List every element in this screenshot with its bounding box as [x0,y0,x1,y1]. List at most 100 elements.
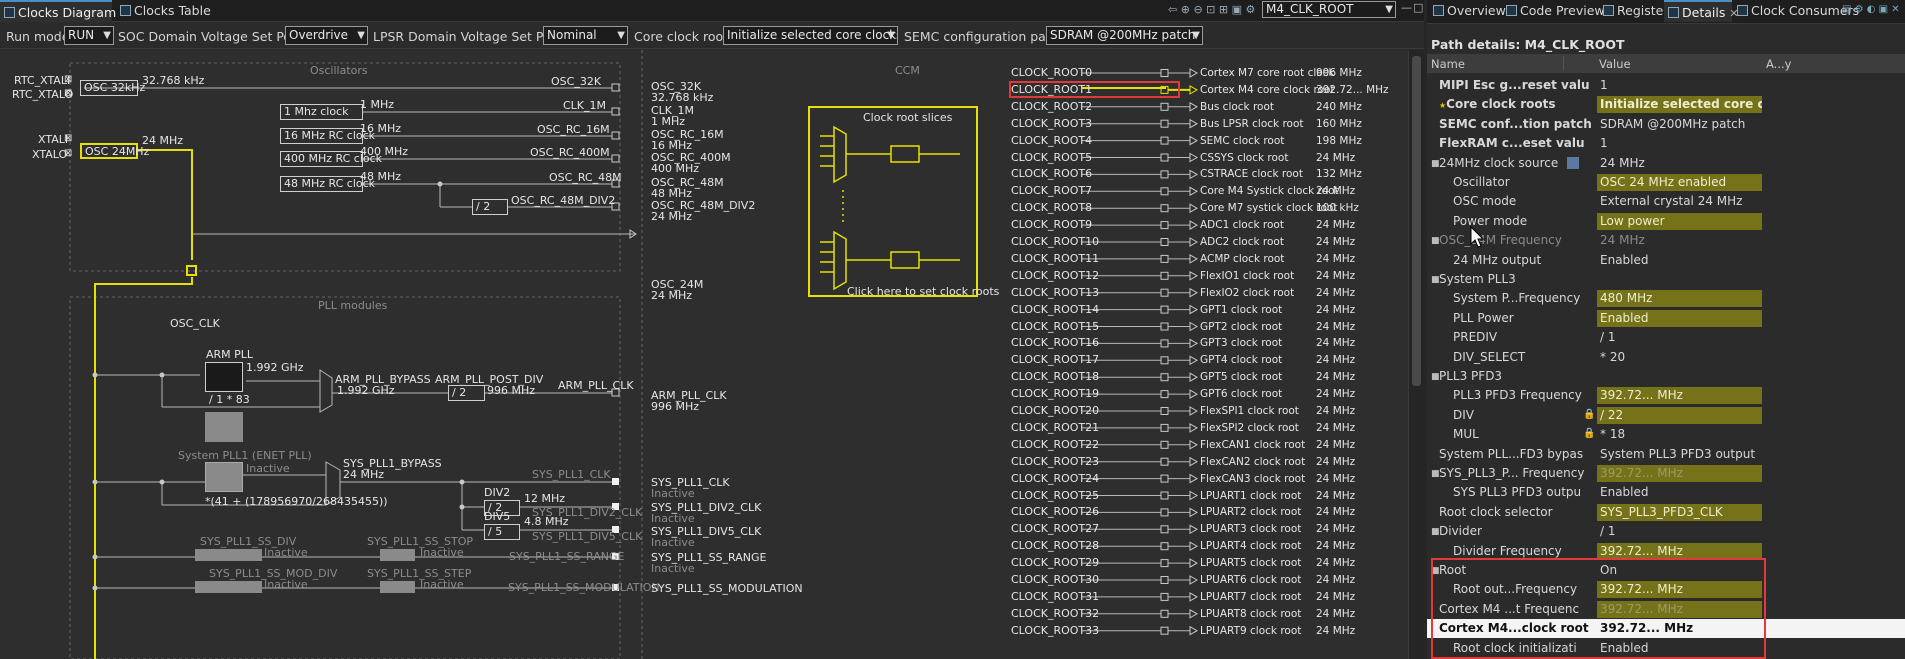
details-row[interactable]: PLL Power Enabled [1427,309,1905,328]
clock-root-label[interactable]: FlexSPI2 clock root [1200,422,1299,434]
clock-root-label[interactable]: LPUART4 clock root [1200,541,1301,552]
clock-root-name[interactable]: CLOCK_ROOT9 [1011,219,1092,231]
col-a[interactable]: A...y [1766,57,1791,71]
clock-root-label[interactable]: Cortex M7 core root clock [1200,68,1335,79]
clock-root-label[interactable]: GPT3 clock root [1200,338,1282,349]
row-value[interactable]: 480 MHz [1597,290,1762,308]
clock-root-name[interactable]: CLOCK_ROOT25 [1011,489,1099,502]
clock-root-name[interactable]: CLOCK_ROOT21 [1011,421,1099,434]
clock-root-name[interactable]: CLOCK_ROOT31 [1011,590,1099,603]
clock-root-name[interactable]: CLOCK_ROOT8 [1011,202,1092,214]
48mhz-rc-block[interactable]: 48 MHz RC clock [280,176,375,192]
clock-root-label[interactable]: SEMC clock root [1200,135,1284,147]
lock-icon[interactable]: 🔒 [1583,409,1595,420]
row-value[interactable]: 24 MHz [1597,232,1762,249]
checkbox-icon[interactable] [1567,156,1579,169]
details-row[interactable]: ■ SYS_PLL3_P... Frequency 392.72... MHz [1427,464,1905,483]
settings-icon[interactable]: ⚙ [1246,3,1256,16]
clock-root-label[interactable]: CSSYS clock root [1200,152,1288,164]
clock-root-label[interactable]: FlexCAN3 clock root [1200,473,1305,485]
clock-root-name[interactable]: CLOCK_ROOT10 [1011,236,1099,248]
details-row[interactable]: FlexRAM c...eset valu 1 [1427,134,1905,153]
zoom-fit-icon[interactable]: ⊡ [1206,3,1215,16]
clock-root-name[interactable]: CLOCK_ROOT7 [1011,185,1092,197]
osc-24mhz-block[interactable]: OSC 24MHz [80,143,149,159]
row-value[interactable]: Enabled [1597,309,1762,327]
col-name[interactable]: Name [1431,57,1465,71]
checkbox-icon[interactable]: ⊠ [64,133,72,145]
row-value[interactable]: 392.72... MHz [1597,465,1762,482]
details-row[interactable]: Power mode Low power [1427,212,1905,231]
row-value[interactable]: / 22 [1597,406,1762,424]
row-value[interactable] [1597,368,1762,385]
back-icon[interactable]: ⇦ [1168,3,1177,16]
clock-root-label[interactable]: FlexIO2 clock root [1200,287,1294,299]
clock-root-name[interactable]: CLOCK_ROOT14 [1011,303,1099,316]
16mhz-rc-block[interactable]: 16 MHz RC clock [280,128,375,144]
clock-root-label[interactable]: Cortex M4 core clock root [1200,84,1335,96]
clock-root-name[interactable]: CLOCK_ROOT17 [1011,354,1099,366]
details-row[interactable]: ■ System PLL3 [1427,270,1905,289]
tab-details[interactable]: Details ✕ [1664,0,1739,22]
clock-root-name[interactable]: CLOCK_ROOT4 [1011,134,1092,147]
clock-root-label[interactable]: FlexIO1 clock root [1200,270,1294,282]
row-value[interactable]: Initialize selected core clock [1597,96,1762,114]
clock-root-name[interactable]: CLOCK_ROOT13 [1011,286,1099,299]
osc-32khz-block[interactable]: OSC 32kHz [80,80,145,96]
clock-root-name[interactable]: CLOCK_ROOT22 [1011,438,1099,451]
details-row[interactable]: OSC mode External crystal 24 MHz [1427,192,1905,211]
checkbox-icon[interactable]: ⊠ [64,74,72,86]
clock-root-label[interactable]: LPUART9 clock root [1200,625,1301,637]
core-clock-roots-select[interactable]: Initialize selected core clocks ▼ [723,26,898,45]
row-value[interactable]: / 1 [1597,329,1762,346]
details-row[interactable]: DIV_SELECT * 20 [1427,348,1905,367]
clock-root-label[interactable]: GPT4 clock root [1200,355,1282,366]
clock-search-combo[interactable]: M4_CLK_ROOT ▼ [1262,1,1396,18]
row-value[interactable]: System PLL3 PFD3 output [1597,446,1762,463]
clock-root-label[interactable]: GPT6 clock root [1200,389,1282,400]
clock-root-name[interactable]: CLOCK_ROOT18 [1011,371,1099,383]
maximize-icon[interactable]: □ [1413,1,1423,14]
400mhz-rc-block[interactable]: 400 MHz RC clock [280,151,382,167]
clock-root-name[interactable]: CLOCK_ROOT0 [1011,67,1092,79]
clock-root-name[interactable]: CLOCK_ROOT26 [1011,506,1099,518]
details-row[interactable]: System PLL...FD3 bypas System PLL3 PFD3 o… [1427,445,1905,464]
row-value[interactable]: Enabled [1597,252,1762,269]
clock-root-slices-box[interactable] [808,106,978,297]
clock-root-label[interactable]: LPUART5 clock root [1200,558,1301,569]
clock-root-label[interactable]: GPT5 clock root [1200,372,1282,383]
clock-root-label[interactable]: ADC1 clock root [1200,220,1284,231]
details-row[interactable]: PLL3 PFD3 Frequency 392.72... MHz [1427,386,1905,405]
details-row[interactable]: MUL 🔒 * 18 [1427,425,1905,444]
view-menu-icons[interactable]: ▤ ⚙ ◐ ▣ ✕ [1842,4,1900,15]
zoom-reset-icon[interactable]: ⊞ [1219,3,1228,16]
details-row[interactable]: PREDIV / 1 [1427,328,1905,347]
clock-diagram-canvas[interactable]: Oscillators CCM PLL modules RTC_XTALI ⊠ … [0,50,1408,659]
details-row[interactable]: SYS PLL3 PFD3 outpu Enabled [1427,483,1905,502]
div2-block[interactable]: / 2 [472,199,508,215]
col-value[interactable]: Value [1599,57,1631,71]
details-row[interactable]: ■ PLL3 PFD3 [1427,367,1905,386]
clock-root-name[interactable]: CLOCK_ROOT30 [1011,574,1099,586]
details-row[interactable]: ■ Divider/ 1 [1427,522,1905,541]
arm-pll-block[interactable] [205,362,243,392]
clock-root-name[interactable]: CLOCK_ROOT19 [1011,388,1099,400]
clock-root-label[interactable]: CSTRACE clock root [1200,169,1303,180]
clock-root-name[interactable]: CLOCK_ROOT6 [1011,168,1092,180]
details-row[interactable]: MIPI Esc g...reset valu 1 [1427,76,1905,95]
clock-root-label[interactable]: LPUART8 clock root [1200,608,1301,620]
row-value[interactable]: * 18 [1597,426,1762,443]
details-row[interactable]: ■ 24MHz clock source 24 MHz [1427,154,1905,173]
semc-patch-select[interactable]: SDRAM @200MHz patch ▼ [1046,26,1203,45]
clock-root-name[interactable]: CLOCK_ROOT5 [1011,151,1092,164]
tab-clocks-diagram[interactable]: Clocks Diagram✕ [0,0,129,22]
clock-root-label[interactable]: Bus LPSR clock root [1200,118,1304,130]
diagram-scrollbar[interactable] [1408,50,1424,659]
clock-root-name[interactable]: CLOCK_ROOT12 [1011,269,1099,282]
sys-pll1-div5-block[interactable]: / 5 [484,524,520,540]
row-value[interactable]: * 20 [1597,349,1762,366]
clock-root-label[interactable]: ACMP clock root [1200,253,1284,265]
row-value[interactable]: Low power [1597,212,1762,230]
details-row[interactable]: ★Core clock roots Initialize selected cor… [1427,95,1905,114]
clock-root-name[interactable]: CLOCK_ROOT24 [1011,472,1099,485]
